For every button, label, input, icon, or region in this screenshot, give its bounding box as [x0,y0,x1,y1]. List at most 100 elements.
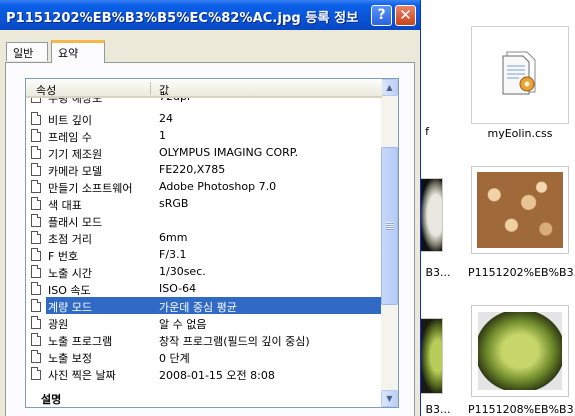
property-label: 계량 모드 [48,301,92,314]
property-row[interactable]: 프레임 수 1 [26,127,382,144]
document-icon [31,214,41,227]
column-header-value[interactable]: 값 [159,82,169,98]
document-icon [31,197,41,210]
help-button[interactable]: ? [371,5,392,26]
property-row[interactable]: 만들기 소프트웨어 Adobe Photoshop 7.0 [26,178,382,195]
property-value: FE220,X785 [159,163,226,176]
column-header-property[interactable]: 속성 [36,82,56,98]
document-icon [31,248,41,261]
document-icon [31,129,41,142]
photo-thumbnail-frame [471,305,569,397]
property-row[interactable]: 노출 프로그램 창작 프로그램(필드의 깊이 중심) [26,331,382,348]
property-row[interactable]: 플래시 모드 [26,212,382,229]
grip-icon [386,222,394,230]
scroll-up-button[interactable]: ▲ [381,79,398,96]
document-icon [31,180,41,193]
property-value: OLYMPUS IMAGING CORP. [159,146,299,159]
property-label: 노출 시간 [48,267,92,280]
property-row[interactable]: 광원 알 수 없음 [26,314,382,331]
property-row[interactable]: 색 대표 sRGB [26,195,382,212]
property-label: 기기 제조원 [48,148,103,161]
property-row[interactable]: ISO 속도 ISO-64 [26,280,382,297]
file-caption: B3... [425,266,451,279]
title-bar[interactable]: P1151202%EB%B3%B5%EC%82%AC.jpg 등록 정보 ? ✕ [0,0,420,30]
property-value: 창작 프로그램(필드의 깊이 중심) [159,335,310,348]
file-tile-myeolin-css[interactable]: myEolin.css [468,26,572,144]
document-icon [31,299,41,312]
property-label: 광원 [48,318,69,331]
file-tile-p1151208[interactable]: P1151208%EB%B3... [468,305,575,416]
file-tile-p1151202[interactable]: P1151202%EB%B3... [468,166,575,284]
column-divider[interactable] [150,82,151,95]
document-icon [31,316,41,329]
property-label: F 번호 [48,250,79,263]
property-label: 색 대표 [48,199,82,212]
close-button[interactable]: ✕ [395,5,416,26]
document-icon [31,146,41,159]
file-caption: myEolin.css [487,127,553,140]
tab-general[interactable]: 일반 [6,42,48,61]
property-label: 만들기 소프트웨어 [48,182,133,195]
document-icon [31,282,41,295]
property-value: 1/30sec. [159,265,206,278]
property-value: sRGB [159,197,189,210]
photo-thumbnail-frame [471,166,569,254]
property-label: 사진 찍은 날짜 [48,369,116,382]
section-label-description: 설명 [41,393,62,406]
document-icon [31,231,41,244]
document-icon [31,265,41,278]
file-tile-partial[interactable]: B3... [418,403,458,416]
property-value: Adobe Photoshop 7.0 [159,180,277,193]
file-caption: P1151208%EB%B3... [468,403,575,416]
property-label: 비트 깊이 [48,114,92,127]
dialog-title: P1151202%EB%B3%B5%EC%82%AC.jpg 등록 정보 [6,11,359,26]
property-value: 가운데 중심 평균 [159,301,237,314]
document-icon [31,350,41,363]
property-label: 초점 거리 [48,233,92,246]
tab-summary[interactable]: 요약 [51,40,105,63]
property-value: 6mm [159,231,188,244]
properties-dialog: P1151202%EB%B3%B5%EC%82%AC.jpg 등록 정보 ? ✕… [0,0,421,416]
file-tile-partial[interactable]: f [421,125,433,141]
file-caption: P1151202%EB%B3... [468,266,575,279]
list-rows: 수평 해상도72dpi비트 깊이24프레임 수1기기 제조원OLYMPUS IM… [26,79,382,384]
property-label: 플래시 모드 [48,216,103,229]
property-value: F/3.1 [159,248,187,261]
document-icon [31,367,41,380]
property-row[interactable]: F 번호 F/3.1 [26,246,382,263]
document-icon [31,163,41,176]
property-row[interactable]: 사진 찍은 날짜 2008-01-15 오전 8:08 [26,365,382,382]
scroll-thumb[interactable] [381,147,398,305]
property-row[interactable]: 기기 제조원 OLYMPUS IMAGING CORP. [26,144,382,161]
property-value: 0 단계 [159,352,190,365]
vertical-scrollbar[interactable]: ▲ ▼ [381,79,398,407]
photo-thumbnail [478,312,562,390]
property-value: ISO-64 [159,282,197,295]
property-label: 프레임 수 [48,131,92,144]
photo-thumbnail[interactable] [421,178,443,252]
property-row[interactable]: 비트 깊이 24 [26,110,382,127]
property-value: 2008-01-15 오전 8:08 [159,369,275,382]
property-label: 노출 프로그램 [48,335,113,348]
property-label: ISO 속도 [48,284,91,297]
property-label: 노출 보정 [48,352,92,365]
property-label: 카메라 모델 [48,165,103,178]
file-thumbnail-frame [471,26,569,124]
property-value: 1 [159,129,166,142]
property-row[interactable]: 노출 보정 0 단계 [26,348,382,365]
scroll-down-button[interactable]: ▼ [381,390,398,407]
property-row[interactable]: 초점 거리 6mm [26,229,382,246]
document-icon [31,333,41,346]
property-row[interactable]: 노출 시간 1/30sec. [26,263,382,280]
file-tile-partial[interactable]: B3... [418,266,458,282]
file-caption: B3... [425,403,451,416]
property-value: 24 [159,112,173,125]
property-row[interactable]: 카메라 모델 FE220,X785 [26,161,382,178]
property-row[interactable]: 계량 모드 가운데 중심 평균 [26,297,382,314]
list-header: 속성 값 [26,79,382,98]
property-list[interactable]: 속성 값 수평 해상도72dpi비트 깊이24프레임 수1기기 제조원OLYMP… [25,78,399,408]
photo-thumbnail[interactable] [421,318,443,394]
document-icon [31,112,41,125]
photo-thumbnail [477,172,563,248]
file-caption: f [425,125,429,138]
